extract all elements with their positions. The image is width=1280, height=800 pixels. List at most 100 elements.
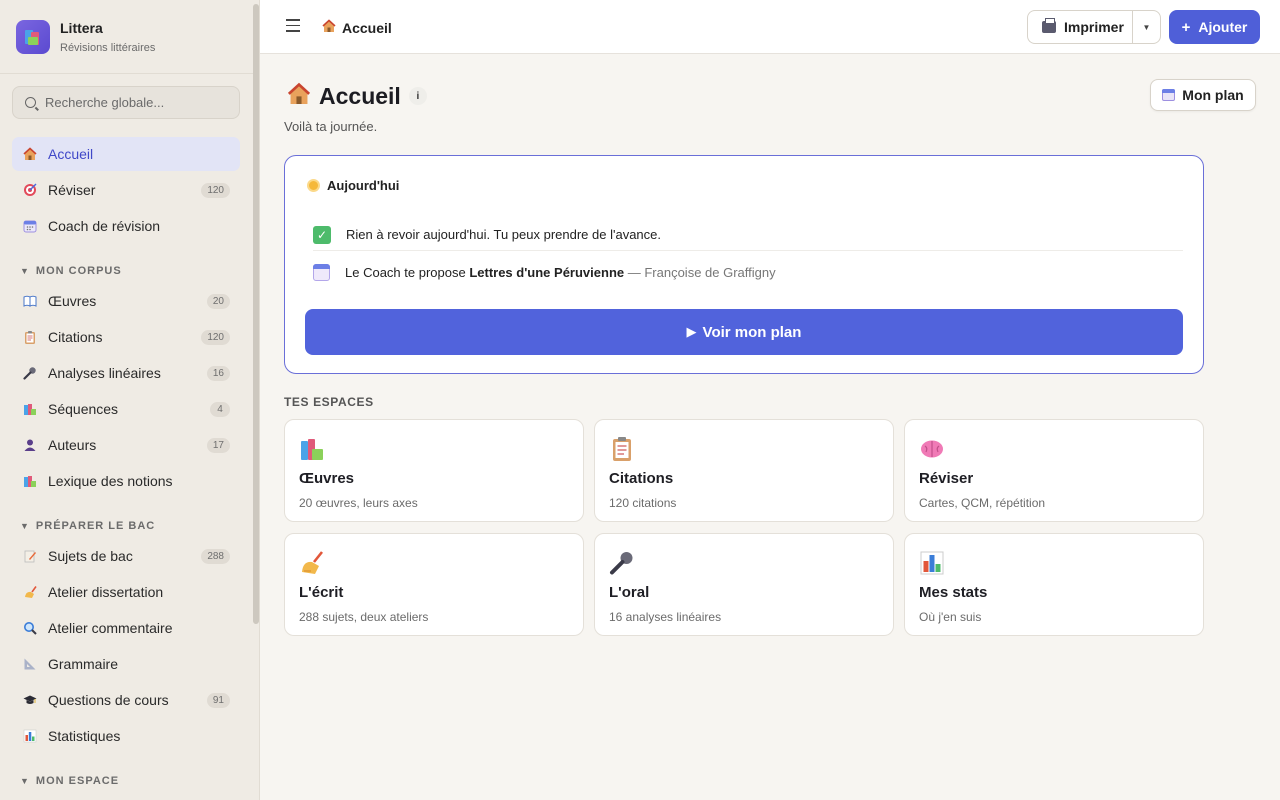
add-label: Ajouter	[1198, 19, 1248, 35]
clipboard-icon	[609, 436, 635, 462]
section-preparer-le-bac[interactable]: ▼ PRÉPARER LE BAC	[20, 520, 155, 532]
space-tile-citations[interactable]: Citations 120 citations	[594, 419, 894, 522]
books-icon	[22, 401, 38, 417]
plan-label: Mon plan	[1182, 87, 1244, 103]
add-button[interactable]: + Ajouter	[1169, 10, 1260, 44]
play-icon: ▶	[686, 324, 697, 339]
sidebar-item-reviser[interactable]: Réviser 120	[12, 173, 240, 207]
tile-title: Réviser	[919, 470, 974, 487]
caret-down-icon: ▼	[20, 776, 30, 786]
printer-icon	[1042, 18, 1056, 33]
tile-title: Citations	[609, 470, 674, 487]
global-search[interactable]	[12, 86, 240, 119]
count-badge: 288	[201, 548, 230, 564]
page-subtitle: Voilà ta journée.	[284, 119, 378, 134]
graduation-cap-icon	[22, 692, 38, 708]
page-heading: Accueil	[319, 82, 401, 109]
sidebar-item-questions[interactable]: Questions de cours 91	[12, 683, 240, 717]
sidebar-item-coach[interactable]: Coach de révision	[12, 209, 240, 243]
calendar-icon	[22, 218, 38, 234]
print-button[interactable]: Imprimer	[1027, 10, 1133, 44]
section-mon-corpus[interactable]: ▼ MON CORPUS	[20, 265, 122, 277]
section-title: MON ESPACE	[35, 775, 120, 787]
space-tile-oral[interactable]: L'oral 16 analyses linéaires	[594, 533, 894, 636]
breadcrumb-label: Accueil	[342, 19, 392, 36]
sidebar-item-sujets[interactable]: Sujets de bac 288	[12, 539, 240, 573]
sidebar-item-sequences[interactable]: Séquences 4	[12, 392, 240, 426]
menu-toggle-button[interactable]	[286, 19, 300, 33]
house-icon	[22, 146, 38, 162]
tile-subtitle: Où j'en suis	[919, 610, 982, 624]
mon-plan-button[interactable]: Mon plan	[1150, 79, 1256, 111]
count-badge: 91	[206, 692, 230, 708]
sidebar-item-label: Sujets de bac	[48, 548, 133, 564]
sidebar-item-label: Coach de révision	[48, 218, 161, 234]
topbar: Accueil Imprimer ▼ + Ajouter	[260, 0, 1280, 54]
space-tile-ecrit[interactable]: L'écrit 288 sujets, deux ateliers	[284, 533, 584, 636]
magnifier-icon	[22, 620, 38, 636]
sidebar-item-dissertation[interactable]: Atelier dissertation	[12, 575, 240, 609]
info-icon[interactable]: i	[408, 87, 427, 105]
sidebar-item-grammaire[interactable]: Grammaire	[12, 647, 240, 681]
breadcrumb: Accueil	[322, 19, 392, 36]
tile-title: Mes stats	[919, 584, 988, 601]
suggested-work-author: — Françoise de Graffigny	[624, 264, 776, 280]
sidebar-item-commentaire[interactable]: Atelier commentaire	[12, 611, 240, 645]
today-row-nothing-to-review: ✓ Rien à revoir aujourd'hui. Tu peux pre…	[313, 219, 1183, 251]
count-badge: 120	[201, 182, 230, 198]
caret-down-icon: ▼	[1142, 22, 1151, 32]
tile-title: L'oral	[609, 584, 650, 601]
cta-label: Voir mon plan	[702, 323, 802, 341]
caret-down-icon: ▼	[20, 521, 30, 531]
bar-chart-icon	[919, 550, 945, 576]
space-tile-oeuvres[interactable]: Œuvres 20 œuvres, leurs axes	[284, 419, 584, 522]
memo-icon	[22, 548, 38, 564]
sidebar-item-label: Atelier dissertation	[48, 584, 164, 600]
tile-subtitle: 288 sujets, deux ateliers	[299, 610, 429, 624]
count-badge: 120	[201, 329, 230, 345]
sidebar-item-label: Statistiques	[48, 728, 121, 744]
sidebar-item-citations[interactable]: Citations 120	[12, 320, 240, 354]
today-card: Aujourd'hui ✓ Rien à revoir aujourd'hui.…	[284, 155, 1204, 374]
sidebar-item-label: Grammaire	[48, 656, 119, 672]
bar-chart-icon	[22, 728, 38, 744]
caret-down-icon: ▼	[20, 266, 30, 276]
brand[interactable]: Littera Révisions littéraires	[0, 0, 259, 74]
print-options-dropdown[interactable]: ▼	[1132, 10, 1161, 44]
today-heading-label: Aujourd'hui	[327, 178, 400, 193]
tile-subtitle: Cartes, QCM, répétition	[919, 496, 1046, 510]
writing-hand-icon	[299, 550, 325, 576]
sidebar-item-lexique[interactable]: Lexique des notions	[12, 464, 240, 498]
sidebar-item-statistiques[interactable]: Statistiques	[12, 719, 240, 753]
page-title: Accueil i	[287, 82, 427, 110]
suggested-work-title[interactable]: Lettres d'une Péruvienne	[469, 265, 624, 280]
count-badge: 20	[206, 293, 230, 309]
book-icon	[22, 293, 38, 309]
books-icon	[299, 436, 325, 462]
today-row-text: Le Coach te propose Lettres d'une Péruvi…	[345, 264, 776, 280]
sidebar-item-analyses[interactable]: Analyses linéaires 16	[12, 356, 240, 390]
sidebar-item-auteurs[interactable]: Auteurs 17	[12, 428, 240, 462]
sidebar-item-accueil[interactable]: Accueil	[12, 137, 240, 171]
space-tile-stats[interactable]: Mes stats Où j'en suis	[904, 533, 1204, 636]
sidebar-item-oeuvres[interactable]: Œuvres 20	[12, 284, 240, 318]
sidebar-item-label: Questions de cours	[48, 692, 169, 708]
tile-subtitle: 16 analyses linéaires	[609, 610, 722, 624]
sidebar-item-label: Auteurs	[48, 437, 97, 453]
sidebar-item-label: Citations	[48, 329, 103, 345]
today-heading: Aujourd'hui	[307, 178, 399, 193]
today-row-coach-suggestion[interactable]: Le Coach te propose Lettres d'une Péruvi…	[313, 262, 1183, 282]
sidebar-item-label: Réviser	[48, 182, 96, 198]
section-mon-espace[interactable]: ▼ MON ESPACE	[20, 775, 119, 787]
tile-title: L'écrit	[299, 584, 344, 601]
space-tile-reviser[interactable]: Réviser Cartes, QCM, répétition	[904, 419, 1204, 522]
tile-title: Œuvres	[299, 470, 355, 487]
sun-icon	[307, 179, 320, 192]
voir-mon-plan-button[interactable]: ▶ Voir mon plan	[305, 309, 1183, 355]
sidebar: Littera Révisions littéraires Accueil Ré…	[0, 0, 260, 800]
spaces-section-title: TES ESPACES	[284, 395, 374, 409]
writing-hand-icon	[22, 584, 38, 600]
sidebar-scrollbar[interactable]	[253, 4, 259, 624]
triangle-ruler-icon	[22, 656, 38, 672]
search-input[interactable]	[45, 95, 225, 110]
